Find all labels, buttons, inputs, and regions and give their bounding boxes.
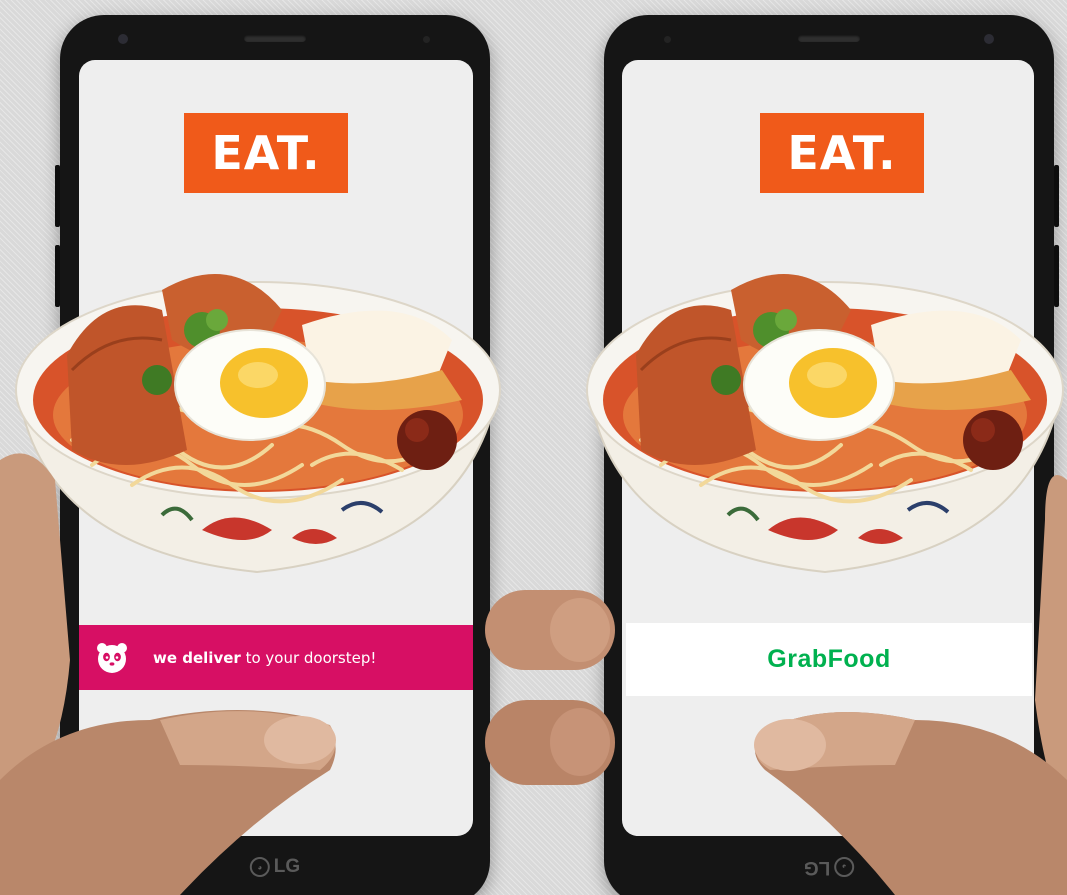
eat-logo: EAT. — [760, 113, 924, 193]
volume-up-key — [1054, 165, 1059, 227]
earpiece-speaker — [798, 35, 860, 42]
eat-logo-text: EAT. — [787, 126, 897, 180]
eat-logo: EAT. — [184, 113, 348, 193]
front-camera-icon — [118, 34, 128, 44]
volume-up-key — [55, 165, 60, 227]
proximity-sensor — [664, 36, 671, 43]
eat-logo-text: EAT. — [211, 126, 321, 180]
front-camera-icon — [984, 34, 994, 44]
left-hand — [0, 453, 336, 895]
earpiece-speaker — [244, 35, 306, 42]
middle-fingers — [485, 590, 615, 785]
proximity-sensor — [423, 36, 430, 43]
scene: EAT. we deliver to your doorstep! ◕ LG E… — [0, 0, 1067, 895]
right-hand — [754, 475, 1067, 895]
